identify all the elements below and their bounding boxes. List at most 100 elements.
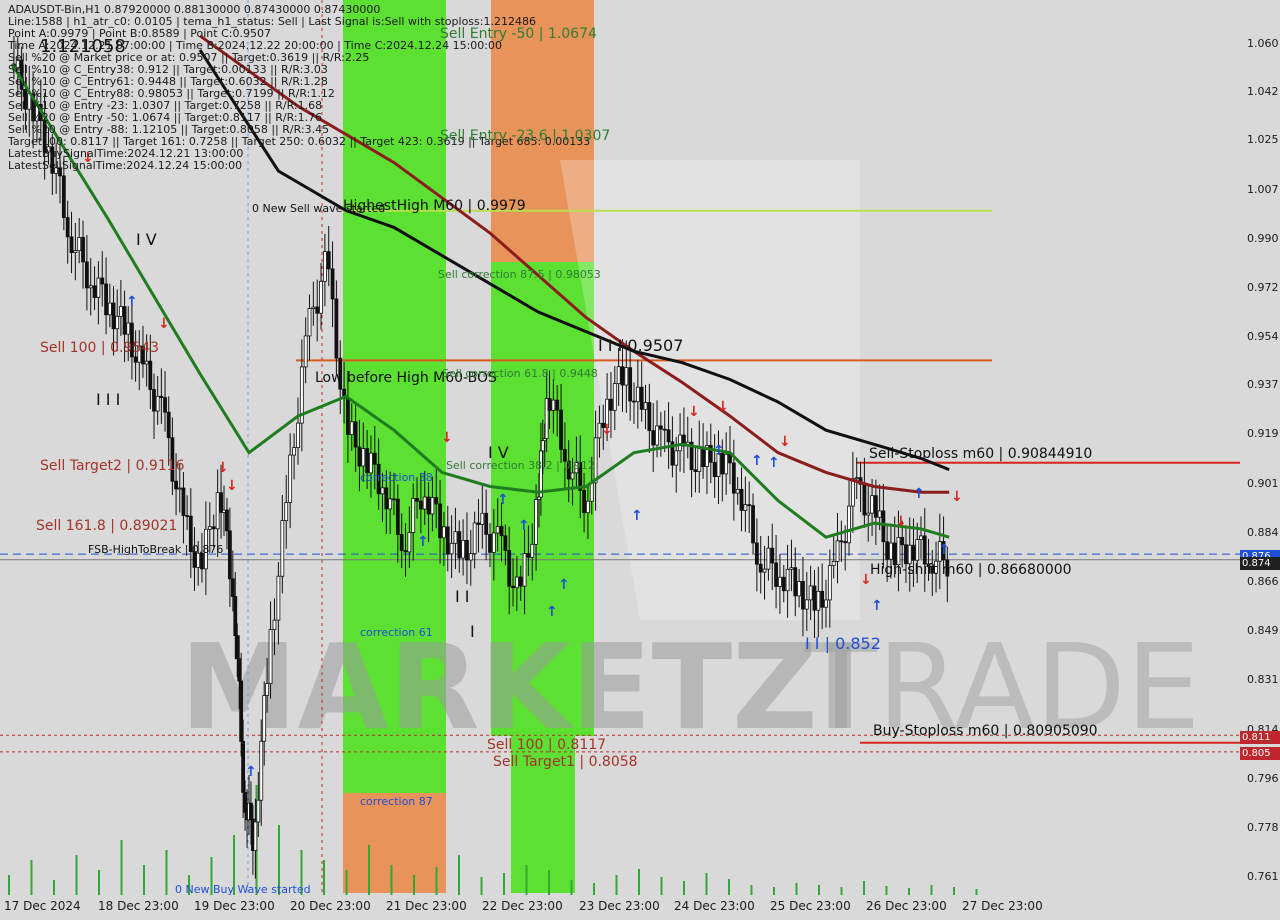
sell-entry-50-label: Sell Entry -50 | 1.0674 <box>440 26 597 42</box>
sell-arrow-icon: ↓ <box>158 316 170 332</box>
candle-body <box>911 544 916 561</box>
candle-body <box>666 429 671 443</box>
candle-body <box>395 498 400 535</box>
candle-body <box>233 596 238 637</box>
candle-body <box>384 487 389 510</box>
candle-body <box>781 576 786 592</box>
candle-body <box>133 356 138 363</box>
buy-arrow-icon: ↑ <box>871 598 883 614</box>
sell-100-bottom-label: Sell 100 | 0.8117 <box>487 737 607 753</box>
candle-body <box>326 251 331 270</box>
candle-body <box>361 448 366 467</box>
candle-body <box>111 302 116 330</box>
candle-body <box>152 389 156 412</box>
price-tag: 0.811 <box>1240 731 1280 744</box>
candle-body <box>643 402 648 410</box>
candle-body <box>288 454 293 503</box>
buy-arrow-icon: ↑ <box>546 604 558 620</box>
buy-arrow-icon: ↑ <box>751 453 763 469</box>
candle-body <box>69 236 74 253</box>
chart-window[interactable]: MARKETZI TRADE ↑ ↑ ↑ ↑ ↑ ↑ ↑ ↑ ↑ ↑ ↑ ↑ ↑ ↑ ↓ ↓ ↓ ↓ ↓ ↓ ↓ ↓ ↓ ↓ ↓ ↓ … <box>0 0 1280 920</box>
candle-body <box>793 567 798 597</box>
candle-body <box>126 322 131 335</box>
candle-body <box>380 487 385 495</box>
candle-body <box>303 335 308 368</box>
candle-body <box>174 480 178 490</box>
candle-body <box>697 448 702 472</box>
volume-bar <box>458 855 460 895</box>
candle-body <box>827 565 832 601</box>
volume-bar <box>165 850 168 895</box>
candle-body <box>403 550 408 553</box>
volume-bar <box>908 888 910 895</box>
candle-body <box>877 510 882 518</box>
candle-body <box>632 400 636 403</box>
price-tick-label: 1.025 <box>1247 133 1279 146</box>
sell-arrow-icon: ↓ <box>226 478 238 494</box>
candle-body <box>104 283 108 316</box>
volume-bar <box>98 870 100 895</box>
volume-bar <box>953 887 955 895</box>
candle-body <box>866 512 871 516</box>
buy-arrow-icon: ↑ <box>558 577 570 593</box>
candle-body <box>207 526 212 530</box>
candle-body <box>547 398 552 411</box>
candle-body <box>480 512 485 525</box>
candle-body <box>88 285 93 289</box>
volume-bar <box>120 840 123 895</box>
sell-arrow-icon: ↓ <box>217 460 229 476</box>
buy-arrow-icon: ↑ <box>497 492 509 508</box>
candle-body <box>743 504 748 511</box>
candle-body <box>122 306 127 335</box>
candle-body <box>426 496 431 515</box>
date-tick-label: 23 Dec 23:00 <box>579 899 660 913</box>
candle-body <box>735 488 740 494</box>
candle-body <box>624 367 629 386</box>
candle-body <box>919 535 923 540</box>
candle-body <box>265 683 270 696</box>
price-tick-label: 0.901 <box>1247 477 1279 490</box>
candle-body <box>369 452 373 474</box>
candle-body <box>430 497 435 515</box>
price-tick-label: 0.849 <box>1247 624 1279 637</box>
candle-body <box>628 367 633 402</box>
ii-mid-label: I I <box>455 587 470 606</box>
candle-body <box>785 568 790 592</box>
candle-body <box>900 537 905 546</box>
price-tick-label: 1.042 <box>1247 85 1279 98</box>
candle-body <box>449 542 454 555</box>
candle-body <box>185 515 190 517</box>
sell-arrow-icon: ↓ <box>895 514 907 530</box>
date-tick-label: 18 Dec 23:00 <box>98 899 179 913</box>
candle-body <box>534 499 538 545</box>
candle-body <box>635 386 640 403</box>
volume-bar <box>795 883 798 895</box>
candle-body <box>107 302 112 316</box>
candle-body <box>181 487 186 516</box>
candle-body <box>499 525 504 537</box>
candle-body <box>92 285 97 299</box>
candle-body <box>155 395 160 412</box>
candle-body <box>507 550 512 587</box>
candle-body <box>438 503 442 539</box>
date-tick-label: 26 Dec 23:00 <box>866 899 947 913</box>
candle-body <box>586 500 590 514</box>
volume-bar <box>615 875 618 895</box>
candle-body <box>411 497 416 533</box>
candle-body <box>346 397 350 436</box>
volume-bar <box>413 875 415 895</box>
candle-body <box>693 469 698 472</box>
price-tick-label: 1.060 <box>1247 37 1279 50</box>
volume-bar <box>53 880 55 895</box>
candle-body <box>774 562 778 587</box>
candle-body <box>73 250 78 253</box>
candle-body <box>476 522 481 525</box>
candle-body <box>311 306 316 309</box>
volume-bar <box>570 880 573 895</box>
sell-arrow-icon: ↓ <box>717 399 729 415</box>
candle-body <box>801 580 805 610</box>
sell-arrow-icon: ↓ <box>779 434 791 450</box>
correction-38-label: correction 38 <box>360 471 433 484</box>
date-tick-label: 24 Dec 23:00 <box>674 899 755 913</box>
candle-body <box>808 585 813 601</box>
